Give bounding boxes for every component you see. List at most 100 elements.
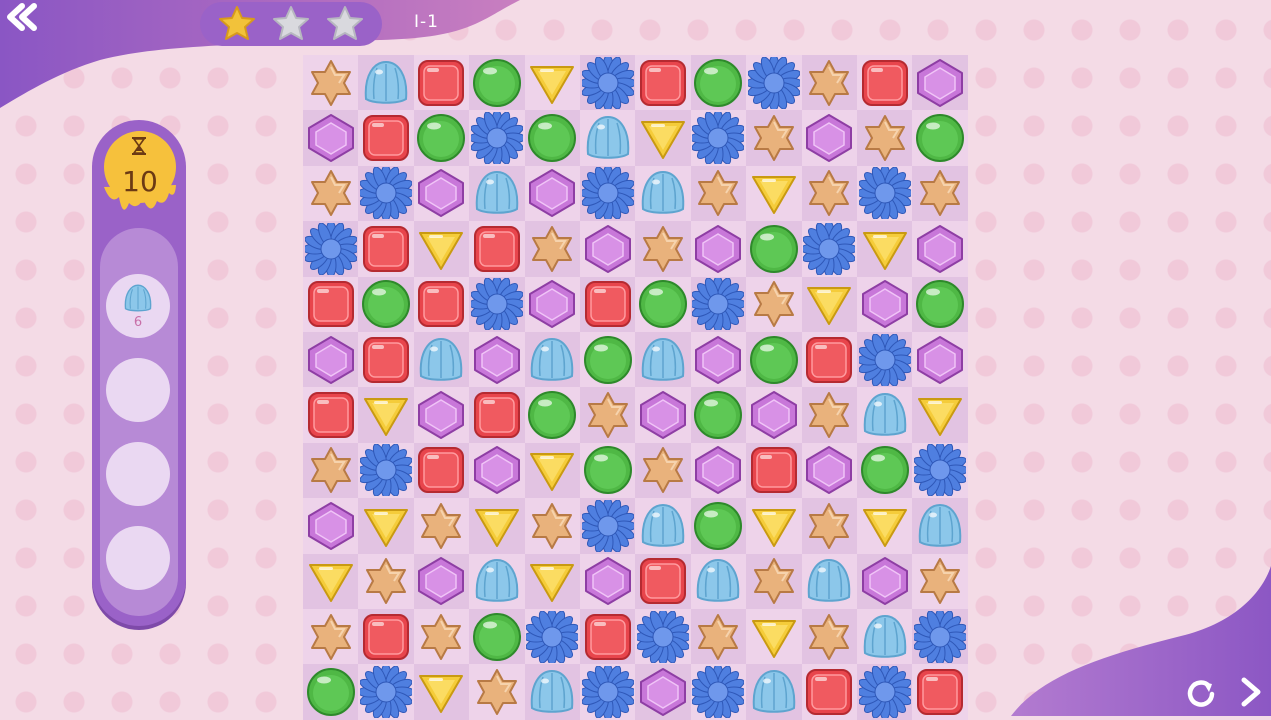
board-cell[interactable] — [303, 165, 359, 222]
board-cell[interactable] — [801, 387, 857, 443]
board-cell[interactable] — [579, 664, 636, 720]
board-cell[interactable] — [579, 608, 636, 665]
board-cell[interactable] — [746, 55, 802, 111]
board-cell[interactable] — [413, 664, 470, 720]
board-cell[interactable] — [524, 498, 580, 554]
board-cell[interactable] — [690, 110, 747, 166]
board-cell[interactable] — [856, 165, 913, 222]
board-cell[interactable] — [579, 331, 636, 388]
board-cell[interactable] — [358, 442, 414, 499]
board-cell[interactable] — [524, 331, 580, 388]
board-cell[interactable] — [856, 498, 913, 554]
board-cell[interactable] — [856, 221, 913, 277]
board-cell[interactable] — [856, 387, 913, 443]
board-cell[interactable] — [524, 608, 580, 665]
board-cell[interactable] — [358, 55, 414, 111]
board-cell[interactable] — [912, 221, 968, 277]
board-cell[interactable] — [469, 331, 525, 388]
restart-button[interactable] — [1184, 675, 1218, 709]
board-cell[interactable] — [524, 221, 580, 277]
board-cell[interactable] — [912, 664, 968, 720]
board-cell[interactable] — [690, 498, 747, 554]
board-cell[interactable] — [690, 221, 747, 277]
board-cell[interactable] — [801, 442, 857, 499]
board-cell[interactable] — [303, 276, 359, 332]
board-cell[interactable] — [912, 498, 968, 554]
board-cell[interactable] — [635, 608, 691, 665]
board-cell[interactable] — [746, 110, 802, 166]
board-cell[interactable] — [801, 498, 857, 554]
board-cell[interactable] — [358, 221, 414, 277]
board-cell[interactable] — [303, 553, 359, 609]
board-cell[interactable] — [690, 608, 747, 665]
board-cell[interactable] — [746, 498, 802, 554]
board-cell[interactable] — [801, 608, 857, 665]
board-cell[interactable] — [856, 110, 913, 166]
board-cell[interactable] — [358, 608, 414, 665]
board-cell[interactable] — [469, 553, 525, 609]
board-cell[interactable] — [524, 387, 580, 443]
board-cell[interactable] — [635, 221, 691, 277]
board-cell[interactable] — [579, 387, 636, 443]
board-cell[interactable] — [912, 331, 968, 388]
board-cell[interactable] — [746, 664, 802, 720]
board-cell[interactable] — [358, 498, 414, 554]
board-cell[interactable] — [413, 498, 470, 554]
board-cell[interactable] — [912, 276, 968, 332]
board-cell[interactable] — [690, 331, 747, 388]
board-cell[interactable] — [524, 110, 580, 166]
board-cell[interactable] — [469, 498, 525, 554]
board-cell[interactable] — [801, 221, 857, 277]
board-cell[interactable] — [303, 55, 359, 111]
board-cell[interactable] — [303, 331, 359, 388]
board-cell[interactable] — [579, 55, 636, 111]
board-cell[interactable] — [303, 664, 359, 720]
board-cell[interactable] — [856, 331, 913, 388]
board-cell[interactable] — [358, 276, 414, 332]
board-cell[interactable] — [303, 110, 359, 166]
board-cell[interactable] — [912, 608, 968, 665]
board-cell[interactable] — [469, 442, 525, 499]
back-button[interactable] — [2, 2, 40, 32]
board-cell[interactable] — [690, 387, 747, 443]
board-cell[interactable] — [635, 331, 691, 388]
board-cell[interactable] — [801, 110, 857, 166]
board-cell[interactable] — [635, 664, 691, 720]
board-cell[interactable] — [635, 498, 691, 554]
next-button[interactable] — [1234, 675, 1268, 709]
board-cell[interactable] — [524, 442, 580, 499]
board-cell[interactable] — [524, 553, 580, 609]
board-cell[interactable] — [413, 331, 470, 388]
board-cell[interactable] — [912, 442, 968, 499]
board-cell[interactable] — [856, 608, 913, 665]
board-cell[interactable] — [303, 608, 359, 665]
board-cell[interactable] — [635, 55, 691, 111]
board-cell[interactable] — [635, 110, 691, 166]
board-cell[interactable] — [746, 276, 802, 332]
board-cell[interactable] — [303, 498, 359, 554]
board-cell[interactable] — [690, 165, 747, 222]
board-cell[interactable] — [690, 442, 747, 499]
board-cell[interactable] — [579, 498, 636, 554]
board-cell[interactable] — [579, 165, 636, 222]
board-cell[interactable] — [635, 442, 691, 499]
board-cell[interactable] — [413, 55, 470, 111]
board-cell[interactable] — [303, 221, 359, 277]
board-cell[interactable] — [413, 221, 470, 277]
board-cell[interactable] — [524, 165, 580, 222]
board-cell[interactable] — [413, 165, 470, 222]
board-cell[interactable] — [746, 553, 802, 609]
board-cell[interactable] — [912, 553, 968, 609]
board-cell[interactable] — [690, 664, 747, 720]
board-cell[interactable] — [746, 221, 802, 277]
board-cell[interactable] — [579, 221, 636, 277]
board-cell[interactable] — [801, 331, 857, 388]
board-cell[interactable] — [856, 276, 913, 332]
board-cell[interactable] — [413, 110, 470, 166]
board-cell[interactable] — [635, 276, 691, 332]
board-cell[interactable] — [579, 110, 636, 166]
board-cell[interactable] — [690, 276, 747, 332]
board-cell[interactable] — [358, 387, 414, 443]
board-cell[interactable] — [413, 442, 470, 499]
board-cell[interactable] — [469, 387, 525, 443]
